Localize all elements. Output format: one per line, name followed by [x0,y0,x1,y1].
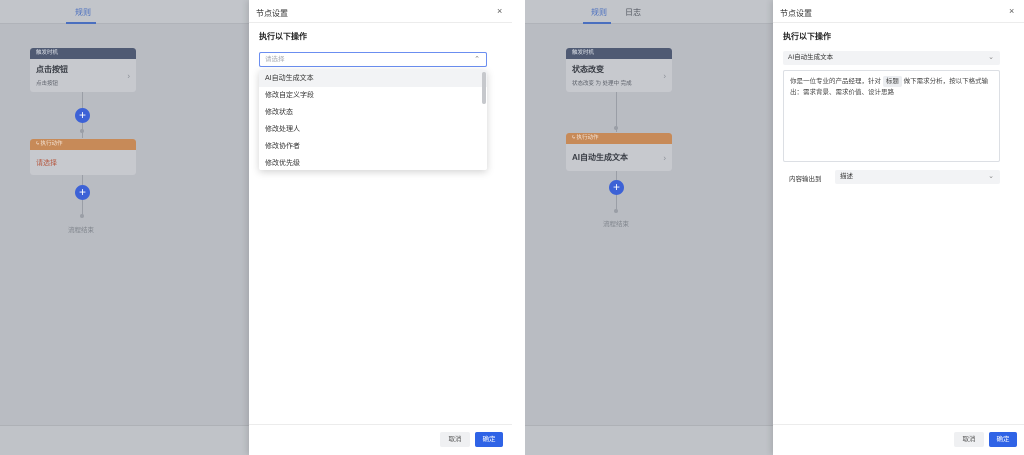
trigger-node-subtitle: 状态改变 为 处理中 完成 [572,81,632,87]
canvas-bottombar [0,425,249,455]
trigger-node[interactable]: 触发时机 状态改变 状态改变 为 处理中 完成 › [566,48,672,92]
add-node-button[interactable]: + [75,108,90,123]
action-select[interactable]: 请选择 ⌃ [259,52,487,67]
cancel-button[interactable]: 取消 [954,432,984,447]
node-settings-drawer: 节点设置 × 执行以下操作 请选择 ⌃ AI自动生成文本 修改自定义字段 修改状… [249,0,512,455]
section-title: 执行以下操作 [783,32,831,41]
chevron-up-icon: ⌃ [474,56,480,63]
trigger-node-title: 点击按钮 [36,65,68,74]
footer-divider [249,424,512,425]
canvas-topbar: 规则 日志 [525,0,773,24]
tab-active-indicator [66,22,96,24]
left-screen: 规则 触发时机 点击按钮 点击按钮 › + ϟ 执行动作 请选择 + 流程结束 … [0,0,512,455]
close-icon[interactable]: × [1009,6,1014,16]
field-tag[interactable]: 标题 [882,76,902,87]
confirm-button[interactable]: 确定 [989,432,1017,447]
trigger-node-subtitle: 点击按钮 [36,81,59,87]
prompt-textarea[interactable]: 你是一位专业的产品经理，针对 标题 做下需求分析，按以下格式输出：需求背景、需求… [783,70,1000,162]
flow-end-label: 流程结束 [68,227,94,234]
add-node-button[interactable]: + [609,180,624,195]
close-icon[interactable]: × [497,6,502,16]
output-select[interactable]: 描述 ⌄ [835,170,1000,184]
action-select-value: AI自动生成文本 [788,54,834,61]
action-node-header: ϟ 执行动作 [566,133,672,144]
prompt-text-before: 你是一位专业的产品经理，针对 [790,78,881,85]
connector-dot [80,214,84,218]
tab-logs[interactable]: 日志 [625,7,641,18]
trigger-node-header: 触发时机 [30,48,136,59]
chevron-right-icon: › [127,71,130,80]
tab-rules[interactable]: 规则 [591,7,607,18]
flow-end-label: 流程结束 [603,221,629,228]
drawer-divider [249,22,512,23]
dropdown-option[interactable]: 修改协作者 [259,138,487,155]
dropdown-option[interactable]: 修改自定义字段 [259,87,487,104]
drawer-divider [773,22,1024,23]
action-node-placeholder: 请选择 [36,160,57,167]
trigger-node-title: 状态改变 [572,65,604,74]
add-node-button[interactable]: + [75,185,90,200]
action-dropdown: AI自动生成文本 修改自定义字段 修改状态 修改处理人 修改协作者 修改优先级 [259,70,487,170]
dropdown-option[interactable]: 修改状态 [259,104,487,121]
confirm-button[interactable]: 确定 [475,432,503,447]
dropdown-option[interactable]: AI自动生成文本 [259,70,487,87]
cancel-button[interactable]: 取消 [440,432,470,447]
canvas-topbar: 规则 [0,0,249,24]
drawer-title: 节点设置 [256,9,288,18]
action-node-header: ϟ 执行动作 [30,139,136,150]
drawer-title: 节点设置 [780,9,812,18]
action-select-placeholder: 请选择 [265,56,285,63]
trigger-node-header: 触发时机 [566,48,672,59]
connector-line [82,175,83,185]
node-settings-drawer: 节点设置 × 执行以下操作 AI自动生成文本 ⌄ 你是一位专业的产品经理，针对 … [773,0,1024,455]
chevron-right-icon: › [663,153,666,162]
output-label: 内容输出到 [789,176,822,183]
connector-dot [614,209,618,213]
action-node[interactable]: ϟ 执行动作 AI自动生成文本 › [566,133,672,171]
right-screen: 规则 日志 触发时机 状态改变 状态改变 为 处理中 完成 › ϟ 执行动作 A… [525,0,1024,455]
connector-line [82,92,83,108]
trigger-node[interactable]: 触发时机 点击按钮 点击按钮 › [30,48,136,92]
dropdown-option[interactable]: 修改优先级 [259,155,487,170]
section-title: 执行以下操作 [259,32,307,41]
tab-active-indicator [583,22,611,24]
chevron-down-icon: ⌄ [988,54,994,61]
connector-dot [80,129,84,133]
tab-rules[interactable]: 规则 [75,7,91,18]
dropdown-option[interactable]: 修改处理人 [259,121,487,138]
action-node-title: AI自动生成文本 [572,153,628,162]
chevron-right-icon: › [663,71,666,80]
action-select[interactable]: AI自动生成文本 ⌄ [783,51,1000,65]
output-select-value: 描述 [840,173,853,180]
chevron-down-icon: ⌄ [988,173,994,180]
canvas-bottombar [525,425,773,455]
connector-dot [614,126,618,130]
action-node[interactable]: ϟ 执行动作 请选择 [30,139,136,175]
dropdown-scrollbar[interactable] [482,72,486,104]
footer-divider [773,424,1024,425]
